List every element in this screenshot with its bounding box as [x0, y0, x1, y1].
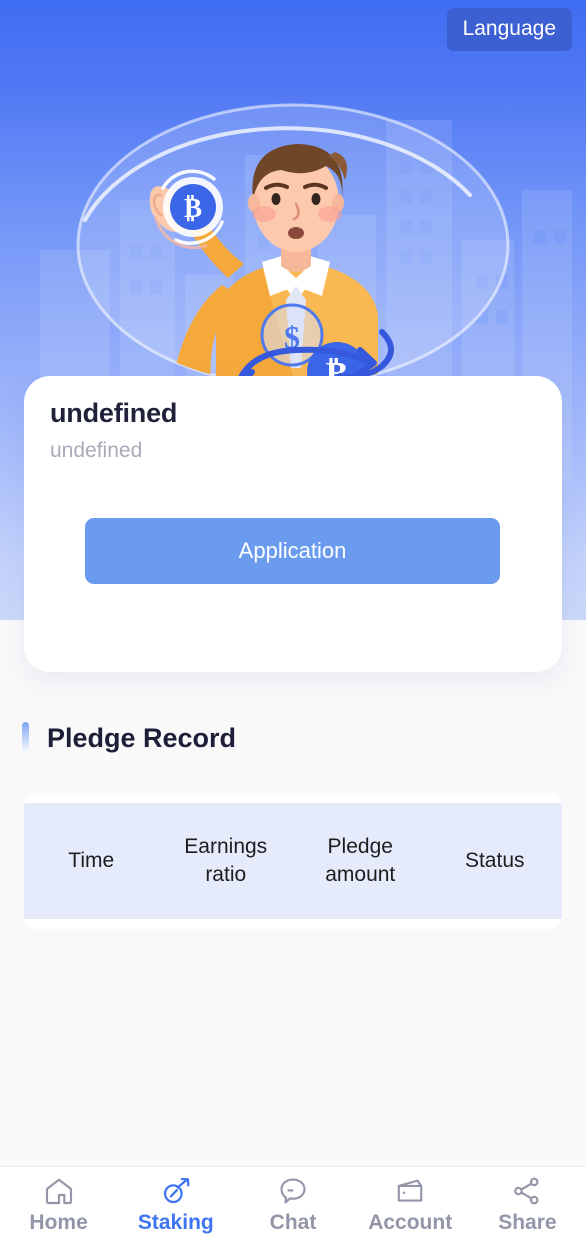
language-button[interactable]: Language [446, 8, 572, 52]
column-header-time: Time [68, 848, 115, 872]
chat-bubble-icon [280, 1178, 306, 1204]
pledge-record-table: Time Earnings ratio Pledge amount Status [24, 793, 562, 929]
card-title: undefined [50, 398, 178, 428]
wallet-icon [397, 1179, 423, 1202]
nav-label-chat: Chat [269, 1211, 317, 1234]
nav-item-home[interactable]: Home [0, 1175, 117, 1235]
nav-item-share[interactable]: Share [469, 1175, 586, 1235]
card-subtitle: undefined [50, 439, 143, 462]
nav-label-share: Share [498, 1211, 557, 1234]
column-header-pledge-amount: Pledge amount [325, 834, 396, 886]
column-header-status: Status [464, 848, 525, 872]
table-header-row: Time Earnings ratio Pledge amount Status [24, 803, 562, 919]
nav-label-home: Home [29, 1211, 88, 1234]
pickaxe-icon [163, 1177, 190, 1204]
nav-item-account[interactable]: Account [352, 1175, 469, 1235]
share-nodes-icon [514, 1177, 539, 1205]
nav-label-account: Account [368, 1211, 453, 1234]
nav-label-staking: Staking [137, 1211, 214, 1234]
pledge-record-header: Pledge Record [22, 722, 236, 754]
staking-info-card: undefined undefined Application [24, 376, 562, 672]
nav-item-staking[interactable]: Staking [117, 1175, 234, 1235]
nav-item-chat[interactable]: Chat [234, 1175, 351, 1235]
column-header-earnings-ratio: Earnings ratio [184, 834, 268, 886]
hero-illustration: ₿ $ ₿ [76, 103, 510, 387]
section-accent-bar [22, 722, 29, 754]
home-icon [45, 1178, 72, 1205]
application-button[interactable]: Application [85, 518, 500, 584]
bottom-navigation-bar: Home Staking Chat Account Share [0, 1166, 586, 1245]
page-title: Pledge Record [47, 722, 237, 753]
svg-text:₿: ₿ [184, 193, 202, 223]
